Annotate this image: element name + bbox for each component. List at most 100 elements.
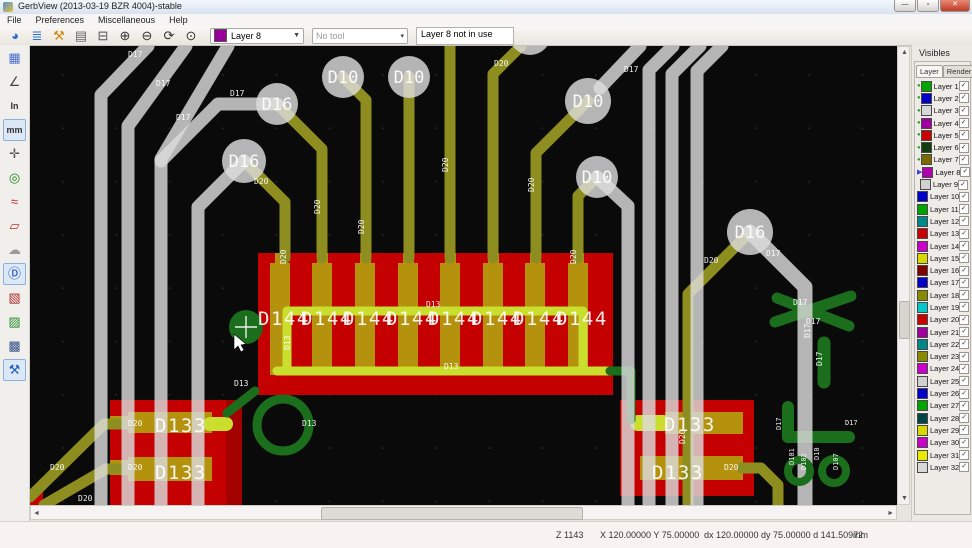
tab-layer[interactable]: Layer: [916, 65, 943, 78]
layer-row[interactable]: Layer 31✓: [915, 449, 970, 461]
menu-help[interactable]: Help: [162, 15, 195, 25]
layer-color-swatch[interactable]: [917, 413, 928, 424]
layer-row[interactable]: ●Layer 5✓: [915, 129, 970, 141]
layer-visibility-checkbox[interactable]: ✓: [959, 241, 969, 251]
layer-row[interactable]: Layer 23✓: [915, 351, 970, 363]
layer-row[interactable]: Layer 27✓: [915, 400, 970, 412]
layer-color-swatch[interactable]: [917, 376, 928, 387]
grid-icon[interactable]: ▦: [3, 47, 26, 69]
layer-row[interactable]: Layer 32✓: [915, 461, 970, 473]
scroll-left-icon[interactable]: ◄: [33, 508, 40, 519]
vertical-scrollbar[interactable]: ▲ ▼: [897, 46, 910, 505]
layer-row[interactable]: ●Layer 1✓: [915, 80, 970, 92]
layer-visibility-checkbox[interactable]: ✓: [959, 401, 969, 411]
minimize-button[interactable]: —: [894, 0, 916, 12]
negative-objects-icon[interactable]: ☁: [3, 239, 26, 261]
polar-coords-icon[interactable]: ∠: [3, 71, 26, 93]
layer-color-swatch[interactable]: [917, 388, 928, 399]
layer-visibility-checkbox[interactable]: ✓: [959, 204, 969, 214]
layer-visibility-checkbox[interactable]: ✓: [959, 118, 969, 128]
layer-row[interactable]: Layer 26✓: [915, 387, 970, 399]
layer-visibility-checkbox[interactable]: ✓: [959, 302, 969, 312]
horizontal-scroll-thumb[interactable]: [321, 507, 583, 520]
menu-preferences[interactable]: Preferences: [29, 15, 92, 25]
layer-visibility-checkbox[interactable]: ✓: [959, 327, 969, 337]
layer-row[interactable]: Layer 28✓: [915, 412, 970, 424]
layer-color-swatch[interactable]: [917, 339, 928, 350]
layer-row[interactable]: Layer 12✓: [915, 215, 970, 227]
layer-visibility-checkbox[interactable]: ✓: [959, 93, 969, 103]
load-gerber-button[interactable]: ≣: [26, 27, 48, 44]
layer-color-swatch[interactable]: [917, 277, 928, 288]
layer-color-swatch[interactable]: [917, 302, 928, 313]
layer-visibility-checkbox[interactable]: ✓: [959, 216, 969, 226]
layer-color-swatch[interactable]: [921, 130, 932, 141]
menu-miscellaneous[interactable]: Miscellaneous: [91, 15, 162, 25]
layer-manager-icon[interactable]: ⚒: [3, 359, 26, 381]
layer-row[interactable]: Layer 29✓: [915, 424, 970, 436]
layer-color-swatch[interactable]: [917, 437, 928, 448]
cursor-shape-icon[interactable]: ✛: [3, 143, 26, 165]
layer-row[interactable]: Layer 18✓: [915, 289, 970, 301]
layer-row[interactable]: Layer 9✓: [915, 178, 970, 190]
layer-row[interactable]: ●Layer 7✓: [915, 154, 970, 166]
clear-layers-button[interactable]: ◕: [4, 27, 26, 44]
layer-color-swatch[interactable]: [917, 191, 928, 202]
layer-row[interactable]: Layer 16✓: [915, 264, 970, 276]
layer-color-swatch[interactable]: [917, 425, 928, 436]
layer-color-swatch[interactable]: [917, 363, 928, 374]
layer-row[interactable]: ▶Layer 8✓: [915, 166, 970, 178]
zoom-out-button[interactable]: ⊖: [136, 27, 158, 44]
layer-color-swatch[interactable]: [921, 118, 932, 129]
units-mm-button[interactable]: mm: [3, 119, 26, 141]
layer-visibility-checkbox[interactable]: ✓: [959, 364, 969, 374]
layer-row[interactable]: Layer 24✓: [915, 363, 970, 375]
layer-color-swatch[interactable]: [917, 241, 928, 252]
sheet-settings-button[interactable]: ▤: [70, 27, 92, 44]
layer-row[interactable]: Layer 10✓: [915, 191, 970, 203]
layer-visibility-checkbox[interactable]: ✓: [958, 180, 968, 190]
layer-color-swatch[interactable]: [917, 228, 928, 239]
layer-row[interactable]: Layer 30✓: [915, 437, 970, 449]
layer-row[interactable]: Layer 14✓: [915, 240, 970, 252]
flashed-items-icon[interactable]: ◎: [3, 167, 26, 189]
layer-color-swatch[interactable]: [917, 290, 928, 301]
layer-color-swatch[interactable]: [917, 265, 928, 276]
layer-visibility-checkbox[interactable]: ✓: [959, 229, 969, 239]
layer-color-swatch[interactable]: [917, 351, 928, 362]
layer-color-swatch[interactable]: [917, 327, 928, 338]
tab-render[interactable]: Render: [943, 65, 972, 78]
layer-visibility-checkbox[interactable]: ✓: [959, 81, 969, 91]
layer-mode-2-icon[interactable]: ▩: [3, 335, 26, 357]
zoom-fit-button[interactable]: ⊙: [180, 27, 202, 44]
polygons-mode-icon[interactable]: ▱: [3, 215, 26, 237]
zoom-in-button[interactable]: ⊕: [114, 27, 136, 44]
units-inch-button[interactable]: In: [3, 95, 26, 117]
layer-select-combo[interactable]: Layer 8 ▼: [210, 28, 304, 44]
close-button[interactable]: ✕: [940, 0, 970, 12]
layer-visibility-checkbox[interactable]: ✓: [959, 278, 969, 288]
layer-visibility-checkbox[interactable]: ✓: [959, 315, 969, 325]
layer-visibility-checkbox[interactable]: ✓: [960, 167, 970, 177]
layer-row[interactable]: Layer 13✓: [915, 228, 970, 240]
layer-visibility-checkbox[interactable]: ✓: [959, 376, 969, 386]
layer-color-swatch[interactable]: [917, 216, 928, 227]
layer-visibility-checkbox[interactable]: ✓: [959, 352, 969, 362]
layer-row[interactable]: ●Layer 4✓: [915, 117, 970, 129]
layer-color-swatch[interactable]: [917, 462, 928, 473]
maximize-button[interactable]: ▫: [917, 0, 939, 12]
layer-visibility-checkbox[interactable]: ✓: [959, 253, 969, 263]
layer-row[interactable]: ●Layer 3✓: [915, 105, 970, 117]
layer-row[interactable]: ●Layer 6✓: [915, 141, 970, 153]
layer-mode-1-icon[interactable]: ▨: [3, 311, 26, 333]
layer-visibility-checkbox[interactable]: ✓: [959, 130, 969, 140]
layer-visibility-checkbox[interactable]: ✓: [959, 192, 969, 202]
layer-color-swatch[interactable]: [921, 142, 932, 153]
layer-visibility-checkbox[interactable]: ✓: [959, 266, 969, 276]
scroll-down-icon[interactable]: ▼: [901, 493, 908, 504]
layer-row[interactable]: ●Layer 2✓: [915, 92, 970, 104]
vertical-scroll-thumb[interactable]: [899, 301, 910, 339]
layer-color-swatch[interactable]: [917, 450, 928, 461]
layer-color-swatch[interactable]: [917, 400, 928, 411]
layer-row[interactable]: Layer 15✓: [915, 252, 970, 264]
